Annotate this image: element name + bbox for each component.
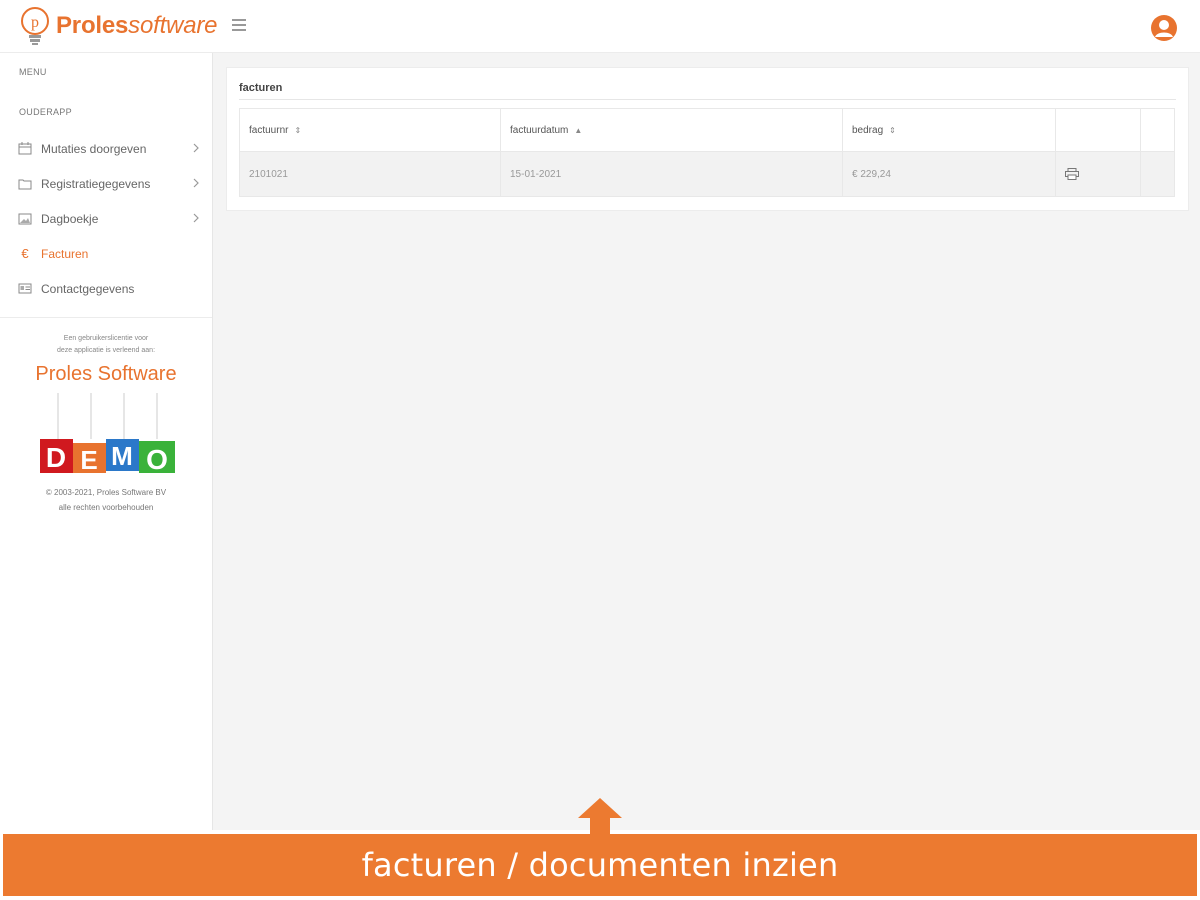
cell-factuurdatum: 15-01-2021 xyxy=(500,151,843,197)
sort-asc-icon: ▲ xyxy=(574,125,583,135)
demo-logo: D E M O xyxy=(40,393,175,473)
card-divider xyxy=(239,99,1176,100)
logo-text: Prolessoftware xyxy=(56,12,217,40)
sidebar-item-dagboekje[interactable]: Dagboekje xyxy=(0,201,212,236)
user-account-icon[interactable] xyxy=(1150,14,1178,42)
chevron-right-icon xyxy=(193,143,199,153)
table-row[interactable]: 2101021 15-01-2021 € 229,24 xyxy=(239,151,1175,197)
calendar-icon xyxy=(17,142,33,156)
cell-bedrag: € 229,24 xyxy=(842,151,1056,197)
app-heading: OUDERAPP xyxy=(19,107,72,117)
menu-heading: MENU xyxy=(19,67,47,77)
licensee-brand: Proles Software xyxy=(35,363,177,385)
cell-factuurnr: 2101021 xyxy=(239,151,501,197)
logo-sub: software xyxy=(128,12,218,39)
invoices-table: factuurnr ⇕ factuurdatum ▲ bedrag ⇕ 2101021… xyxy=(239,108,1175,197)
euro-icon: € xyxy=(21,246,29,261)
demo-letter: D xyxy=(46,442,66,473)
arrow-up-icon xyxy=(578,798,622,836)
logo-main: Proles xyxy=(56,12,129,39)
license-note: Een gebruikerslicentie voor deze applica… xyxy=(0,333,212,357)
print-icon[interactable] xyxy=(1065,168,1079,180)
bulb-logo-icon: p xyxy=(21,7,49,45)
demo-letter: E xyxy=(80,445,97,473)
sidebar-item-mutaties[interactable]: Mutaties doorgeven xyxy=(0,131,212,166)
column-header-factuurdatum[interactable]: factuurdatum ▲ xyxy=(500,108,843,152)
demo-letter: M xyxy=(111,441,133,471)
sidebar-item-label: Dagboekje xyxy=(41,211,99,226)
sidebar-item-facturen[interactable]: € Facturen xyxy=(0,236,212,271)
column-label: bedrag xyxy=(852,124,884,136)
column-header-bedrag[interactable]: bedrag ⇕ xyxy=(842,108,1056,152)
chevron-right-icon xyxy=(193,178,199,188)
logo-letter: p xyxy=(31,14,39,31)
chevron-right-icon xyxy=(193,213,199,223)
copyright: © 2003-2021, Proles Software BV alle rec… xyxy=(0,485,212,515)
sidebar-item-label: Registratiegegevens xyxy=(41,176,151,191)
sidebar-item-contactgegevens[interactable]: Contactgegevens xyxy=(0,271,212,306)
column-header-actions xyxy=(1055,108,1141,152)
column-header-extra xyxy=(1140,108,1175,152)
copyright-line: alle rechten voorbehouden xyxy=(58,503,154,512)
sidebar-nav: Mutaties doorgeven Registratiegegevens D… xyxy=(0,131,212,306)
hamburger-menu-icon[interactable] xyxy=(232,16,246,34)
sidebar: MENU OUDERAPP Mutaties doorgeven Registr… xyxy=(0,53,213,830)
column-label: factuurdatum xyxy=(510,124,569,136)
caption-banner: facturen / documenten inzien xyxy=(3,834,1197,896)
folder-icon xyxy=(17,177,33,191)
top-bar: p Prolessoftware xyxy=(0,0,1200,53)
sidebar-item-label: Mutaties doorgeven xyxy=(41,141,147,156)
image-icon xyxy=(17,212,33,226)
main-content: facturen factuurnr ⇕ factuurdatum ▲ bedrag… xyxy=(213,53,1200,830)
table-header-row: factuurnr ⇕ factuurdatum ▲ bedrag ⇕ xyxy=(239,108,1175,152)
sort-both-icon: ⇕ xyxy=(889,125,896,135)
caption-text: facturen / documenten inzien xyxy=(361,846,839,884)
column-header-factuurnr[interactable]: factuurnr ⇕ xyxy=(239,108,501,152)
cell-extra xyxy=(1140,151,1175,197)
sort-both-icon: ⇕ xyxy=(294,125,302,135)
logo[interactable]: p Prolessoftware xyxy=(18,6,217,46)
address-card-icon xyxy=(17,282,33,296)
demo-letter: O xyxy=(146,444,168,473)
invoices-card: facturen factuurnr ⇕ factuurdatum ▲ bedrag… xyxy=(226,67,1189,211)
cell-actions xyxy=(1055,151,1141,197)
sidebar-divider xyxy=(0,317,212,318)
sidebar-item-label: Facturen xyxy=(41,246,89,261)
license-note-line: deze applicatie is verleend aan: xyxy=(56,347,156,354)
card-title: facturen xyxy=(239,82,283,94)
sidebar-item-registratiegegevens[interactable]: Registratiegegevens xyxy=(0,166,212,201)
copyright-line: © 2003-2021, Proles Software BV xyxy=(45,488,167,497)
license-note-line: Een gebruikerslicentie voor xyxy=(63,335,149,342)
column-label: factuurnr xyxy=(249,124,289,136)
sidebar-item-label: Contactgegevens xyxy=(41,281,135,296)
